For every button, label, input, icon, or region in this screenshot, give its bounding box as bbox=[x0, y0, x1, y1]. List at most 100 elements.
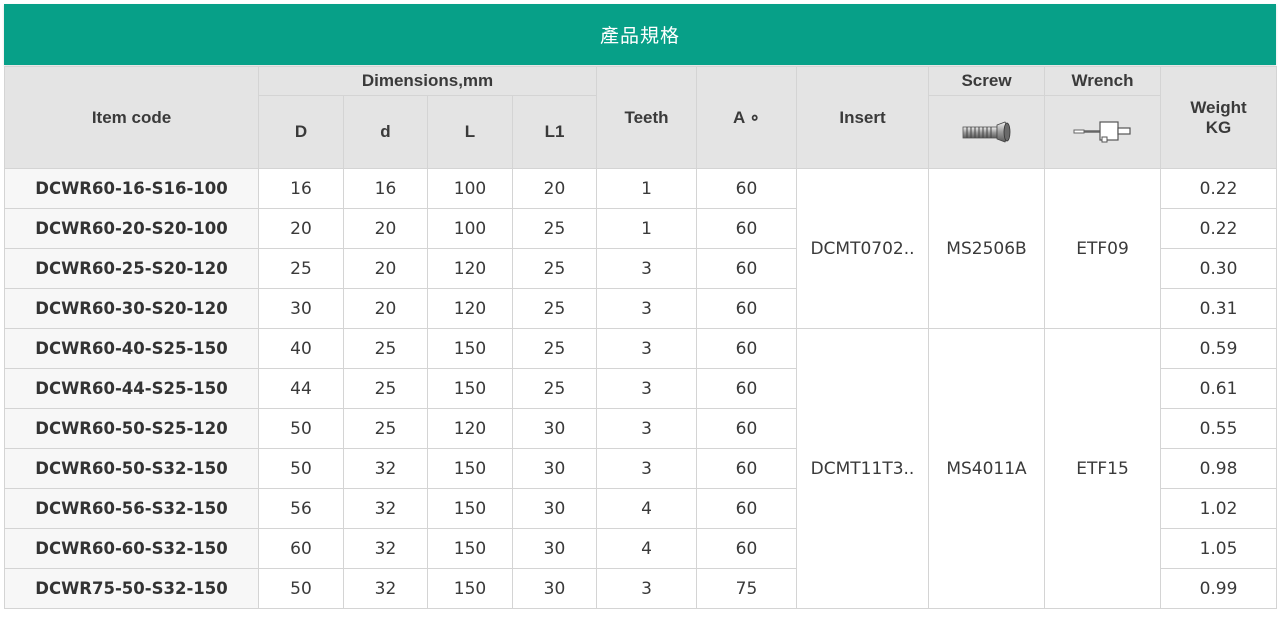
weight-cell: 0.59 bbox=[1160, 328, 1277, 369]
dim-L1-cell: 25 bbox=[512, 368, 597, 409]
item-code-cell: DCWR60-25-S20-120 bbox=[4, 248, 259, 289]
dim-d-cell: 20 bbox=[343, 208, 428, 249]
angle-cell: 60 bbox=[696, 328, 797, 369]
angle-cell: 60 bbox=[696, 448, 797, 489]
header-weight-unit: KG bbox=[1205, 117, 1232, 137]
teeth-cell: 1 bbox=[596, 208, 697, 249]
weight-cell: 0.22 bbox=[1160, 208, 1277, 249]
teeth-cell: 1 bbox=[596, 168, 697, 209]
item-code-cell: DCWR60-40-S25-150 bbox=[4, 328, 259, 369]
screw-cell: MS2506B bbox=[928, 168, 1045, 329]
angle-cell: 60 bbox=[696, 528, 797, 569]
header-wrench: Wrench bbox=[1044, 66, 1161, 96]
dim-L1-cell: 30 bbox=[512, 448, 597, 489]
insert-cell: DCMT0702.. bbox=[796, 168, 929, 329]
dim-d-cell: 32 bbox=[343, 488, 428, 529]
dim-D-cell: 20 bbox=[258, 208, 344, 249]
teeth-cell: 3 bbox=[596, 568, 697, 609]
dim-d-cell: 25 bbox=[343, 328, 428, 369]
item-code-cell: DCWR60-60-S32-150 bbox=[4, 528, 259, 569]
dim-L-cell: 120 bbox=[427, 248, 513, 289]
dim-D-cell: 50 bbox=[258, 568, 344, 609]
dim-L1-cell: 25 bbox=[512, 288, 597, 329]
header-D: D bbox=[258, 95, 344, 169]
weight-cell: 0.30 bbox=[1160, 248, 1277, 289]
item-code-cell: DCWR75-50-S32-150 bbox=[4, 568, 259, 609]
header-L: L bbox=[427, 95, 513, 169]
header-screw: Screw bbox=[928, 66, 1045, 96]
dim-L-cell: 120 bbox=[427, 408, 513, 449]
dim-L1-cell: 30 bbox=[512, 408, 597, 449]
dim-D-cell: 50 bbox=[258, 448, 344, 489]
item-code-cell: DCWR60-50-S32-150 bbox=[4, 448, 259, 489]
header-insert: Insert bbox=[796, 66, 929, 169]
dim-L-cell: 150 bbox=[427, 328, 513, 369]
weight-cell: 0.31 bbox=[1160, 288, 1277, 329]
dim-L-cell: 150 bbox=[427, 528, 513, 569]
dim-L1-cell: 25 bbox=[512, 328, 597, 369]
weight-cell: 1.02 bbox=[1160, 488, 1277, 529]
teeth-cell: 3 bbox=[596, 328, 697, 369]
wrench-cell: ETF09 bbox=[1044, 168, 1161, 329]
dim-d-cell: 32 bbox=[343, 568, 428, 609]
dim-D-cell: 56 bbox=[258, 488, 344, 529]
angle-cell: 60 bbox=[696, 288, 797, 329]
dim-L1-cell: 25 bbox=[512, 248, 597, 289]
wrench-cell: ETF15 bbox=[1044, 328, 1161, 609]
angle-cell: 60 bbox=[696, 248, 797, 289]
angle-cell: 60 bbox=[696, 168, 797, 209]
dim-D-cell: 30 bbox=[258, 288, 344, 329]
dim-d-cell: 25 bbox=[343, 368, 428, 409]
dim-d-cell: 32 bbox=[343, 448, 428, 489]
dim-L-cell: 150 bbox=[427, 368, 513, 409]
screw-cell: MS4011A bbox=[928, 328, 1045, 609]
screw-icon bbox=[962, 121, 1010, 143]
dim-d-cell: 20 bbox=[343, 288, 428, 329]
teeth-cell: 3 bbox=[596, 448, 697, 489]
dim-d-cell: 16 bbox=[343, 168, 428, 209]
angle-cell: 75 bbox=[696, 568, 797, 609]
header-teeth: Teeth bbox=[596, 66, 697, 169]
weight-cell: 0.22 bbox=[1160, 168, 1277, 209]
weight-cell: 0.98 bbox=[1160, 448, 1277, 489]
weight-cell: 0.61 bbox=[1160, 368, 1277, 409]
dim-d-cell: 20 bbox=[343, 248, 428, 289]
dim-D-cell: 25 bbox=[258, 248, 344, 289]
table-row: DCWR60-16-S16-100 16 16 100 20 1 60 DCMT0702.. M… bbox=[4, 168, 1277, 329]
dim-L-cell: 150 bbox=[427, 488, 513, 529]
angle-cell: 60 bbox=[696, 408, 797, 449]
dim-L1-cell: 30 bbox=[512, 568, 597, 609]
dim-L1-cell: 30 bbox=[512, 528, 597, 569]
angle-cell: 60 bbox=[696, 488, 797, 529]
dim-L-cell: 150 bbox=[427, 568, 513, 609]
teeth-cell: 3 bbox=[596, 368, 697, 409]
dim-L-cell: 100 bbox=[427, 168, 513, 209]
teeth-cell: 4 bbox=[596, 528, 697, 569]
header-angle: A ∘ bbox=[696, 66, 797, 169]
dim-L1-cell: 20 bbox=[512, 168, 597, 209]
angle-cell: 60 bbox=[696, 208, 797, 249]
item-code-cell: DCWR60-56-S32-150 bbox=[4, 488, 259, 529]
header-weight: Weight KG bbox=[1160, 66, 1277, 169]
header-d: d bbox=[343, 95, 428, 169]
dim-D-cell: 60 bbox=[258, 528, 344, 569]
dim-d-cell: 32 bbox=[343, 528, 428, 569]
table-header: Item code Dimensions,mm Teeth A ∘ Insert… bbox=[4, 66, 1277, 169]
dim-L1-cell: 30 bbox=[512, 488, 597, 529]
dim-L1-cell: 25 bbox=[512, 208, 597, 249]
torx-wrench-icon bbox=[1073, 121, 1131, 143]
weight-cell: 0.55 bbox=[1160, 408, 1277, 449]
dim-L-cell: 150 bbox=[427, 448, 513, 489]
spec-title: 產品規格 bbox=[4, 4, 1276, 65]
header-screw-icon-cell bbox=[928, 95, 1045, 169]
header-dimensions: Dimensions,mm bbox=[258, 66, 597, 96]
insert-cell: DCMT11T3.. bbox=[796, 328, 929, 609]
dim-d-cell: 25 bbox=[343, 408, 428, 449]
teeth-cell: 3 bbox=[596, 408, 697, 449]
header-wrench-icon-cell bbox=[1044, 95, 1161, 169]
spec-panel: 產品規格 Item code Dimensions,mm Teeth A ∘ I… bbox=[4, 4, 1277, 615]
dim-D-cell: 44 bbox=[258, 368, 344, 409]
table-row: DCWR60-40-S25-150 40 25 150 25 3 60 DCMT11T3.. M… bbox=[4, 328, 1277, 609]
table-body: DCWR60-16-S16-100 16 16 100 20 1 60 DCMT0702.. M… bbox=[4, 168, 1277, 609]
dim-D-cell: 16 bbox=[258, 168, 344, 209]
